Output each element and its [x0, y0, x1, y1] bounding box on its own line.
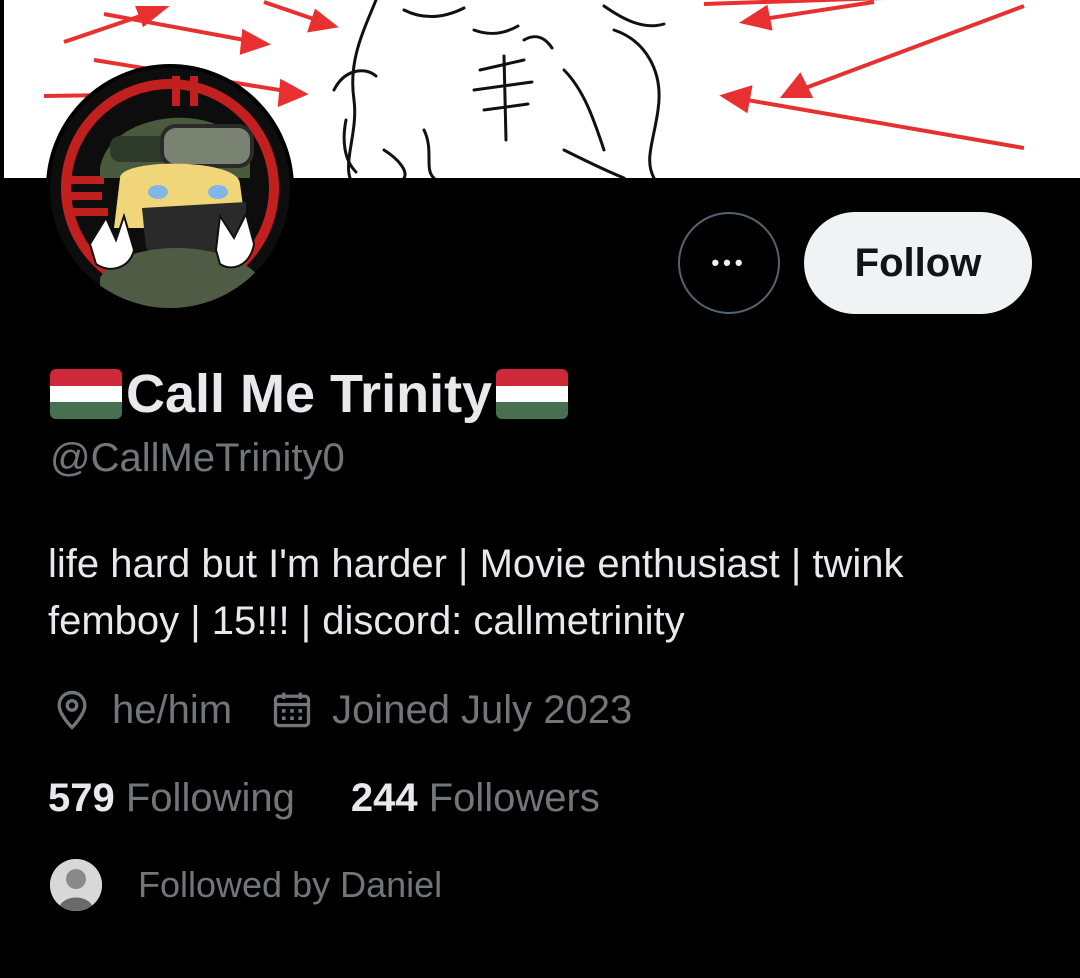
flag-green-stripe: [50, 402, 122, 419]
flag-white-stripe: [50, 385, 122, 403]
joined-date: Joined July 2023: [332, 687, 633, 732]
avatar-image: [50, 68, 290, 308]
user-handle: @CallMeTrinity0: [50, 436, 345, 480]
display-name-row: Call Me Trinity: [50, 362, 569, 426]
profile-bio: life hard but I'm harder | Movie enthusi…: [48, 542, 904, 643]
more-options-button[interactable]: •••: [678, 212, 780, 314]
location-pin-icon: [57, 690, 87, 730]
flag-white-stripe: [496, 385, 569, 403]
hungary-flag-icon: [496, 369, 569, 419]
followers-count: 244: [350, 775, 418, 820]
display-name: Call Me Trinity: [126, 364, 493, 424]
follower-avatar-image: [50, 859, 102, 911]
following-link[interactable]: 579 Following: [48, 776, 295, 821]
profile-meta: he/him Joined July 2023: [50, 684, 670, 736]
flag-red-stripe: [496, 369, 569, 386]
flag-green-stripe: [496, 402, 569, 419]
calendar-icon: [273, 692, 311, 728]
flag-red-stripe: [50, 369, 122, 386]
profile-avatar[interactable]: [46, 64, 294, 312]
follower-avatar: [50, 859, 102, 911]
profile-page: ••• Follow Call Me Trinity @CallMeTrinit…: [0, 0, 1080, 978]
followed-by-row[interactable]: Followed by Daniel: [50, 858, 442, 912]
following-label: Following: [125, 775, 295, 820]
followers-label: Followers: [428, 775, 600, 820]
location-item: he/him: [50, 688, 232, 733]
hungary-flag-icon: [50, 369, 122, 419]
location-text: he/him: [112, 687, 233, 732]
followed-by-text: Followed by Daniel: [138, 864, 443, 905]
following-count: 579: [48, 775, 115, 820]
joined-item: Joined July 2023: [270, 688, 632, 733]
follow-button[interactable]: Follow: [804, 212, 1032, 314]
more-options-icon: •••: [711, 250, 747, 275]
followers-link[interactable]: 244 Followers: [351, 776, 600, 821]
follow-stats: 579 Following 244 Followers: [48, 774, 656, 822]
